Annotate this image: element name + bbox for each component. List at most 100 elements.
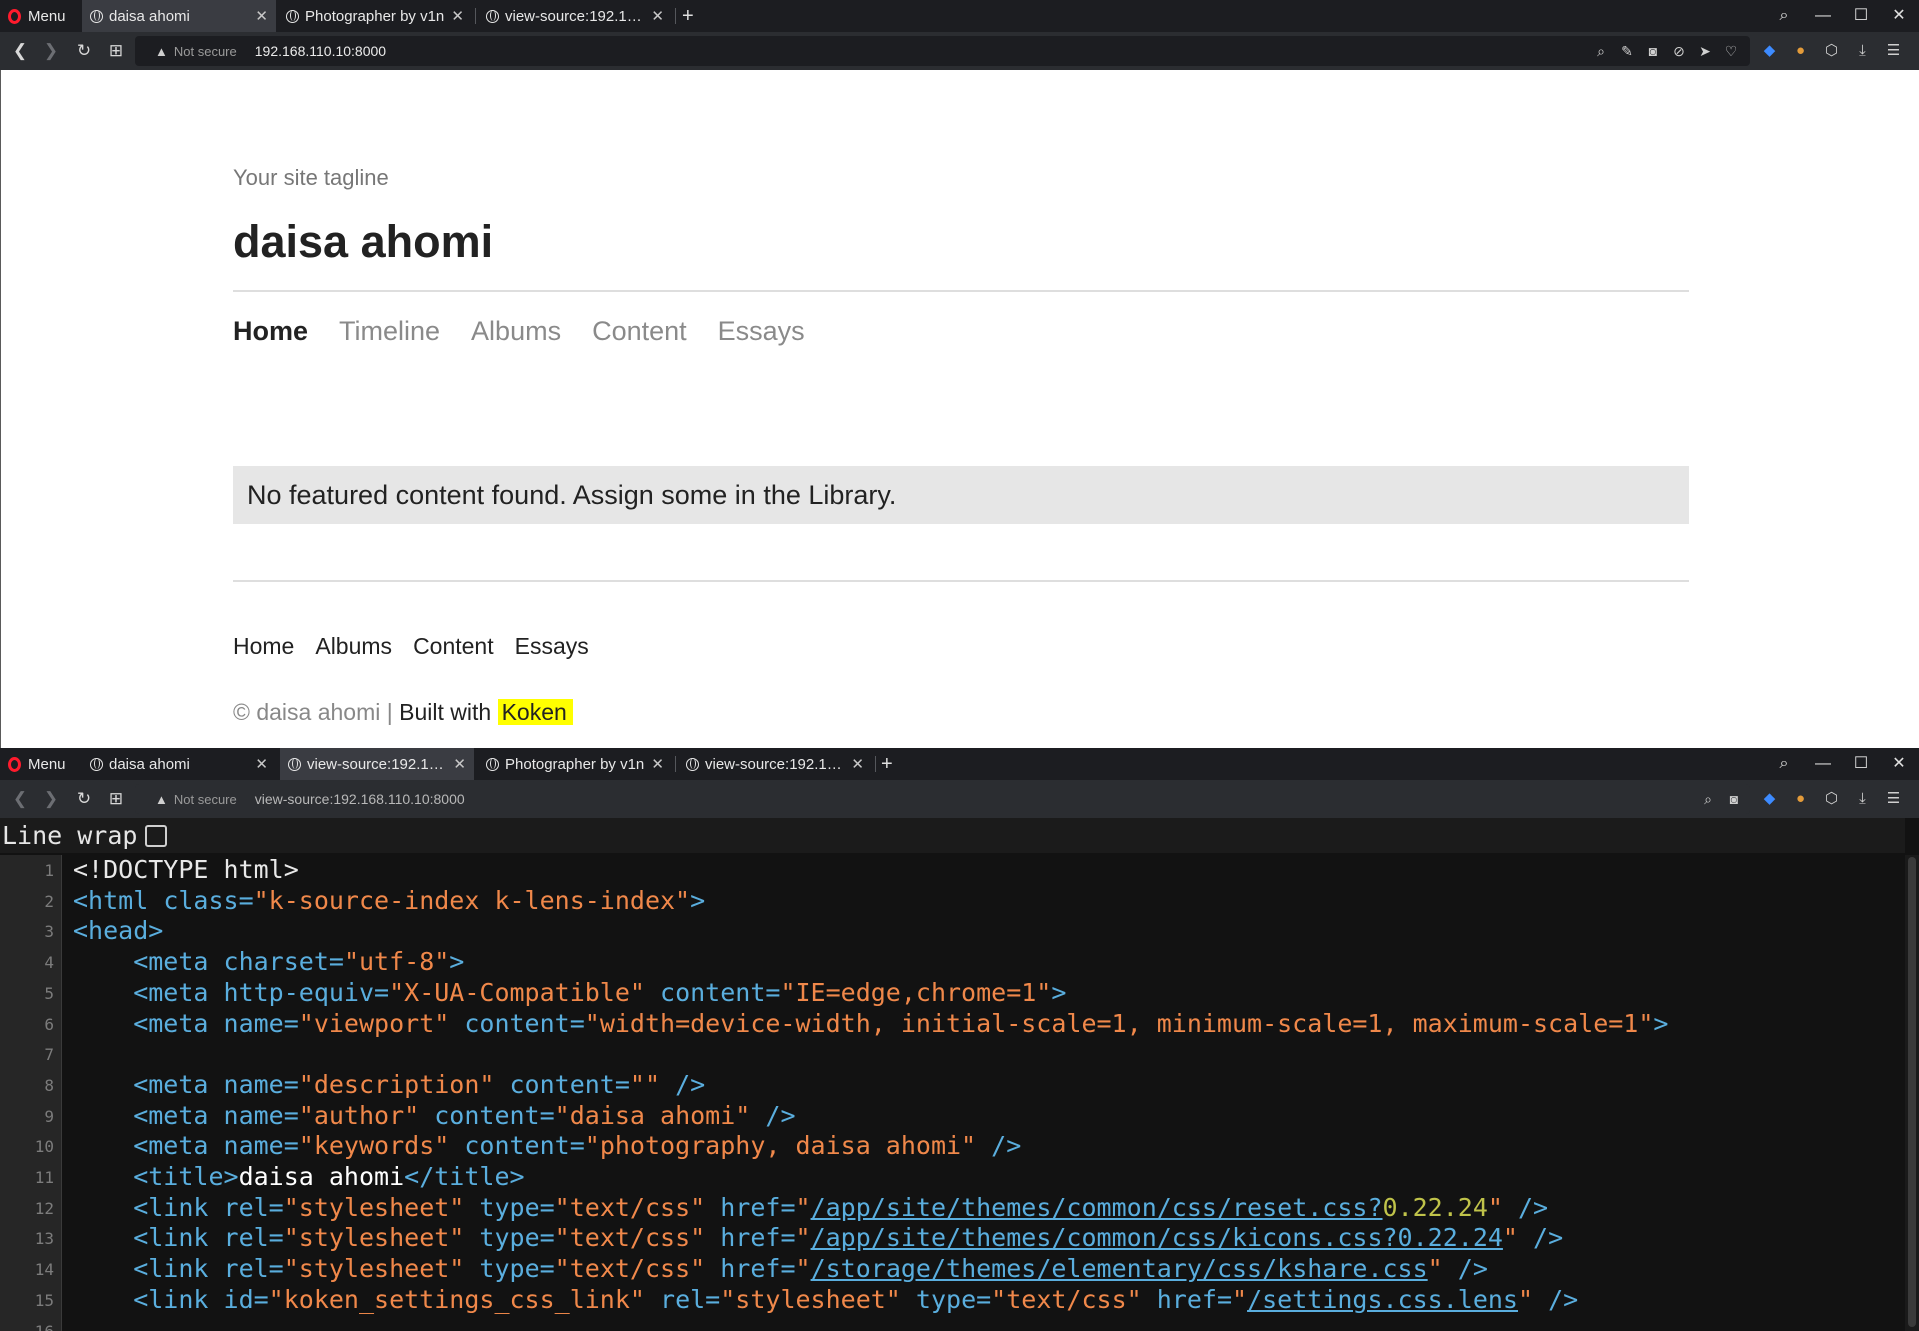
nav-content[interactable]: Content	[592, 316, 687, 347]
source-code: 12345678910111213141516 <!DOCTYPE html><…	[0, 855, 1905, 1331]
source-token: rel=	[644, 1285, 721, 1314]
line-wrap-toggle[interactable]: Line wrap	[0, 818, 1905, 853]
minimize-icon[interactable]: —	[1808, 748, 1838, 780]
source-token: >	[1051, 978, 1067, 1007]
source-token: type=	[464, 1223, 555, 1252]
url-text[interactable]: view-source:192.168.110.10:8000	[255, 791, 465, 807]
site-title[interactable]: daisa ahomi	[233, 216, 1689, 268]
footer-nav-content[interactable]: Content	[413, 633, 494, 660]
cookie-icon[interactable]: ●	[1785, 36, 1816, 66]
close-tab-icon[interactable]: ✕	[651, 755, 664, 773]
no-featured-notice: No featured content found. Assign some i…	[233, 466, 1689, 524]
footer-nav-essays[interactable]: Essays	[515, 633, 589, 660]
tab-separator	[475, 8, 476, 24]
close-tab-icon[interactable]: ✕	[255, 7, 268, 25]
nav-essays[interactable]: Essays	[718, 316, 805, 347]
tab-view-source[interactable]: view-source:192.168. ✕	[678, 748, 872, 780]
source-token: <title>	[73, 1162, 239, 1191]
easy-setup-menu-icon[interactable]: ☰	[1878, 784, 1909, 814]
line-wrap-checkbox[interactable]	[145, 825, 168, 847]
line-number: 4	[44, 953, 54, 972]
source-token: rel=	[223, 1193, 284, 1222]
cube-icon[interactable]: ⬡	[1816, 36, 1847, 66]
search-tabs-icon[interactable]: ⌕	[1769, 0, 1799, 32]
extension-blue-icon[interactable]: ◆	[1754, 784, 1785, 814]
maximize-icon[interactable]: ☐	[1846, 748, 1876, 780]
tab-view-source[interactable]: view-source:192.168. ✕	[478, 0, 672, 32]
close-window-icon[interactable]: ✕	[1884, 748, 1914, 780]
close-window-icon[interactable]: ✕	[1884, 0, 1914, 32]
heart-icon[interactable]: ♡	[1718, 36, 1744, 66]
menu-label: Menu	[28, 755, 66, 773]
tab-title: view-source:192.168.	[705, 755, 846, 773]
source-link[interactable]: /app/site/themes/common/css/reset.css?	[811, 1193, 1383, 1222]
tab-view-source-active[interactable]: view-source:192.168. ✕	[280, 748, 474, 780]
source-link[interactable]: /storage/themes/elementary/css/kshare.cs…	[811, 1254, 1428, 1283]
download-icon[interactable]: ⤓	[1847, 36, 1878, 66]
footer-nav-home[interactable]: Home	[233, 633, 294, 660]
camera-icon[interactable]: ◙	[1640, 36, 1666, 66]
cube-icon[interactable]: ⬡	[1816, 784, 1847, 814]
forward-arrow-icon[interactable]: ❯	[39, 32, 63, 70]
close-tab-icon[interactable]: ✕	[255, 755, 268, 773]
forward-arrow-icon[interactable]: ❯	[39, 780, 63, 818]
minimize-icon[interactable]: —	[1808, 0, 1838, 32]
opera-menu-button[interactable]: Menu	[0, 748, 80, 780]
close-tab-icon[interactable]: ✕	[451, 7, 464, 25]
camera-icon[interactable]: ◙	[1721, 784, 1747, 814]
extension-blue-icon[interactable]: ◆	[1754, 36, 1785, 66]
nav-albums[interactable]: Albums	[471, 316, 561, 347]
line-number: 16	[0, 1322, 54, 1331]
line-number: 9	[44, 1107, 54, 1126]
close-tab-icon[interactable]: ✕	[453, 755, 466, 773]
koken-link[interactable]: Koken	[497, 699, 573, 725]
reload-icon[interactable]: ↻	[72, 780, 96, 818]
footer-nav-albums[interactable]: Albums	[315, 633, 392, 660]
cookie-icon[interactable]: ●	[1785, 784, 1816, 814]
scrollbar-thumb[interactable]	[1908, 857, 1916, 1327]
globe-icon	[486, 9, 499, 23]
source-token: <meta	[73, 947, 224, 976]
vertical-scrollbar[interactable]	[1905, 855, 1919, 1331]
source-token: >	[1653, 1009, 1669, 1038]
speed-dial-icon[interactable]: ⊞	[104, 780, 128, 818]
address-field[interactable]: ▲ Not secure view-source:192.168.110.10:…	[135, 784, 1750, 814]
source-token: />	[1502, 1193, 1549, 1222]
opera-menu-button[interactable]: Menu	[0, 0, 80, 32]
tab-daisa-ahomi[interactable]: daisa ahomi ✕	[82, 0, 276, 32]
tab-daisa-ahomi[interactable]: daisa ahomi ✕	[82, 748, 276, 780]
close-tab-icon[interactable]: ✕	[851, 755, 864, 773]
send-icon[interactable]: ➤	[1692, 36, 1718, 66]
source-token: <meta	[73, 978, 224, 1007]
source-line: <link rel="stylesheet" type="text/css" h…	[73, 1223, 1563, 1253]
block-icon[interactable]: ⊘	[1666, 36, 1692, 66]
source-line: <meta name="viewport" content="width=dev…	[73, 1009, 1668, 1039]
zoom-icon[interactable]: ⌕	[1695, 784, 1721, 814]
close-tab-icon[interactable]: ✕	[651, 7, 664, 25]
download-icon[interactable]: ⤓	[1847, 784, 1878, 814]
speed-dial-icon[interactable]: ⊞	[104, 32, 128, 70]
source-line: <title>daisa ahomi</title>	[73, 1162, 524, 1192]
easy-setup-menu-icon[interactable]: ☰	[1878, 36, 1909, 66]
reload-icon[interactable]: ↻	[72, 32, 96, 70]
back-arrow-icon[interactable]: ❮	[8, 32, 32, 70]
search-tabs-icon[interactable]: ⌕	[1769, 748, 1799, 780]
tab-photographer[interactable]: Photographer by v1n ✕	[478, 748, 672, 780]
new-tab-plus-icon[interactable]: +	[682, 0, 694, 32]
back-arrow-icon[interactable]: ❮	[8, 780, 32, 818]
nav-timeline[interactable]: Timeline	[339, 316, 440, 347]
tab-photographer[interactable]: Photographer by v1n ✕	[278, 0, 472, 32]
source-token: content=	[644, 978, 781, 1007]
extension-icons: ◆ ● ⬡ ⤓ ☰	[1754, 36, 1909, 66]
maximize-icon[interactable]: ☐	[1846, 0, 1876, 32]
source-link[interactable]: /settings.css.lens	[1247, 1285, 1518, 1314]
nav-home[interactable]: Home	[233, 316, 308, 347]
url-text[interactable]: 192.168.110.10:8000	[255, 43, 386, 59]
address-field[interactable]: ▲ Not secure 192.168.110.10:8000	[135, 36, 1750, 66]
edit-icon[interactable]: ✎	[1614, 36, 1640, 66]
source-token: name=	[223, 1009, 299, 1038]
new-tab-plus-icon[interactable]: +	[881, 748, 893, 780]
zoom-icon[interactable]: ⌕	[1588, 36, 1614, 66]
source-link[interactable]: /app/site/themes/common/css/kicons.css?0…	[811, 1223, 1503, 1252]
source-token: ""	[629, 1070, 661, 1099]
